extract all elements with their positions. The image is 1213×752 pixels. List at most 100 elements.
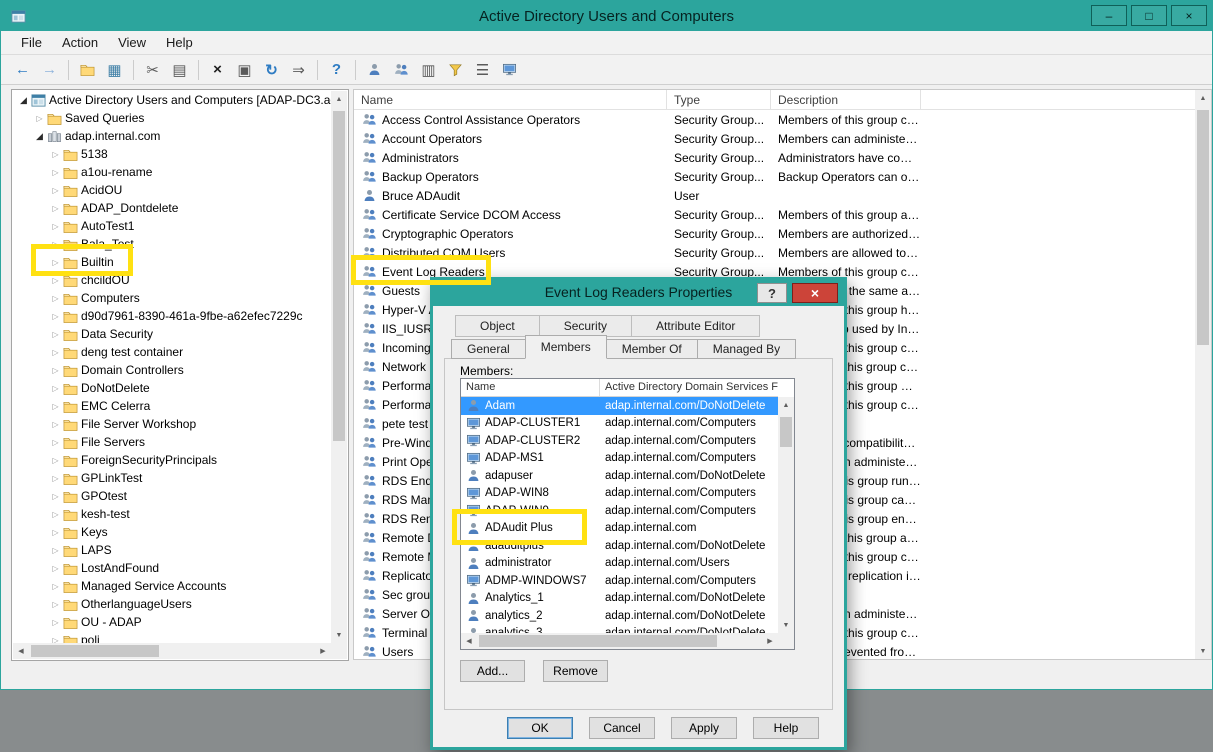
- column-header-description[interactable]: Description: [771, 90, 921, 109]
- scroll-left-icon[interactable]: ◀: [13, 643, 29, 659]
- tree-collapsed-arrow-icon[interactable]: ▷: [49, 294, 62, 303]
- tree-item-donotdelete[interactable]: ▷DoNotDelete: [13, 379, 331, 397]
- list-row-bruce-adaudit[interactable]: Bruce ADAuditUser: [354, 186, 1195, 205]
- tree-collapsed-arrow-icon[interactable]: ▷: [49, 366, 62, 375]
- members-hscroll-thumb[interactable]: [479, 635, 717, 647]
- members-horizontal-scrollbar[interactable]: ◀ ▶: [461, 633, 778, 649]
- column-header-type[interactable]: Type: [667, 90, 771, 109]
- tree-collapsed-arrow-icon[interactable]: ▷: [49, 312, 62, 321]
- list-vertical-scrollbar[interactable]: ▲ ▼: [1195, 90, 1211, 659]
- tree-item-managed-service-accounts[interactable]: ▷Managed Service Accounts: [13, 577, 331, 595]
- scroll-up-icon[interactable]: ▲: [778, 397, 794, 413]
- export-list-icon[interactable]: ⇒: [286, 58, 311, 82]
- scroll-right-icon[interactable]: ▶: [315, 643, 331, 659]
- tree-item-autotest1[interactable]: ▷AutoTest1: [13, 217, 331, 235]
- scroll-left-icon[interactable]: ◀: [461, 633, 477, 649]
- tree-expanded-arrow-icon[interactable]: ◢: [17, 95, 30, 106]
- tree-item-emc-celerra[interactable]: ▷EMC Celerra: [13, 397, 331, 415]
- create-user-icon[interactable]: [362, 58, 387, 82]
- tree-collapsed-arrow-icon[interactable]: ▷: [49, 258, 62, 267]
- tree-collapsed-arrow-icon[interactable]: ▷: [49, 348, 62, 357]
- scroll-down-icon[interactable]: ▼: [331, 627, 347, 643]
- scroll-down-icon[interactable]: ▼: [1195, 643, 1211, 659]
- apply-button[interactable]: Apply: [671, 717, 737, 739]
- dialog-titlebar[interactable]: Event Log Readers Properties ? ×: [433, 280, 844, 306]
- maximize-button[interactable]: □: [1131, 5, 1167, 26]
- tree-item-file-server-workshop[interactable]: ▷File Server Workshop: [13, 415, 331, 433]
- tree-collapsed-arrow-icon[interactable]: ▷: [49, 240, 62, 249]
- member-row-adaudit-plus[interactable]: ADAudit Plusadap.internal.com: [461, 520, 778, 538]
- tree-item-acidou[interactable]: ▷AcidOU: [13, 181, 331, 199]
- tree-collapsed-arrow-icon[interactable]: ▷: [49, 204, 62, 213]
- tree-collapsed-arrow-icon[interactable]: ▷: [49, 330, 62, 339]
- tree-item-bala-test[interactable]: ▷Bala_Test: [13, 235, 331, 253]
- ok-button[interactable]: OK: [507, 717, 573, 739]
- members-column-folder[interactable]: Active Directory Domain Services Fold: [600, 379, 778, 396]
- member-row-adapuser[interactable]: adapuseradap.internal.com/DoNotDelete: [461, 467, 778, 485]
- member-row-adap-cluster1[interactable]: ADAP-CLUSTER1adap.internal.com/Computers: [461, 415, 778, 433]
- forward-icon[interactable]: →: [37, 58, 62, 82]
- member-row-admp-windows7[interactable]: ADMP-WINDOWS7adap.internal.com/Computers: [461, 572, 778, 590]
- tree-collapsed-arrow-icon[interactable]: ▷: [49, 546, 62, 555]
- tree-collapsed-arrow-icon[interactable]: ▷: [49, 636, 62, 644]
- delete-icon[interactable]: ×: [205, 58, 230, 82]
- tree-collapsed-arrow-icon[interactable]: ▷: [49, 276, 62, 285]
- column-header-name[interactable]: Name: [354, 90, 667, 109]
- help-icon[interactable]: ?: [324, 58, 349, 82]
- tab-members[interactable]: Members: [525, 335, 607, 359]
- member-row-administrator[interactable]: administratoradap.internal.com/Users: [461, 555, 778, 573]
- tree-item-file-servers[interactable]: ▷File Servers: [13, 433, 331, 451]
- list-row-administrators[interactable]: AdministratorsSecurity Group...Administr…: [354, 148, 1195, 167]
- add-to-group-icon[interactable]: ▥: [416, 58, 441, 82]
- member-row-analytics-2[interactable]: analytics_2adap.internal.com/DoNotDelete: [461, 607, 778, 625]
- tree-collapsed-arrow-icon[interactable]: ▷: [49, 600, 62, 609]
- tree-item-5138[interactable]: ▷5138: [13, 145, 331, 163]
- list-row-access-control-assistance-oper[interactable]: Access Control Assistance OperatorsSecur…: [354, 110, 1195, 129]
- tree-item-adap-dontdelete[interactable]: ▷ADAP_Dontdelete: [13, 199, 331, 217]
- tree-collapsed-arrow-icon[interactable]: ▷: [49, 528, 62, 537]
- tree-item-data-security[interactable]: ▷Data Security: [13, 325, 331, 343]
- tree-collapsed-arrow-icon[interactable]: ▷: [49, 582, 62, 591]
- tab-general[interactable]: General: [451, 339, 526, 359]
- member-row-adam[interactable]: Adamadap.internal.com/DoNotDelete: [461, 397, 778, 415]
- tree-collapsed-arrow-icon[interactable]: ▷: [49, 186, 62, 195]
- tree-collapsed-arrow-icon[interactable]: ▷: [49, 492, 62, 501]
- show-console-tree-icon[interactable]: ▦: [102, 58, 127, 82]
- tree-item-gpotest[interactable]: ▷GPOtest: [13, 487, 331, 505]
- tree-item-lostandfound[interactable]: ▷LostAndFound: [13, 559, 331, 577]
- create-group-icon[interactable]: [389, 58, 414, 82]
- tree-item-gplinktest[interactable]: ▷GPLinkTest: [13, 469, 331, 487]
- scroll-up-icon[interactable]: ▲: [331, 91, 347, 107]
- tree-collapsed-arrow-icon[interactable]: ▷: [49, 564, 62, 573]
- dialog-help-icon[interactable]: ?: [757, 283, 787, 303]
- cut-icon[interactable]: ✂: [140, 58, 165, 82]
- tab-member-of[interactable]: Member Of: [606, 339, 698, 359]
- tree-collapsed-arrow-icon[interactable]: ▷: [49, 510, 62, 519]
- tree-collapsed-arrow-icon[interactable]: ▷: [49, 438, 62, 447]
- paste-icon[interactable]: ▤: [167, 58, 192, 82]
- tree-collapsed-arrow-icon[interactable]: ▷: [49, 222, 62, 231]
- list-row-distributed-com-users[interactable]: Distributed COM UsersSecurity Group...Me…: [354, 243, 1195, 262]
- menu-view[interactable]: View: [108, 31, 156, 54]
- managed-computer-icon[interactable]: [497, 58, 522, 82]
- list-vscroll-thumb[interactable]: [1197, 110, 1209, 345]
- tree-item-saved-queries[interactable]: ▷Saved Queries: [13, 109, 331, 127]
- member-row-analytics-3[interactable]: analytics_3adap.internal.com/DoNotDelete: [461, 625, 778, 634]
- tree-collapsed-arrow-icon[interactable]: ▷: [49, 168, 62, 177]
- scroll-up-icon[interactable]: ▲: [1195, 90, 1211, 106]
- tree-collapsed-arrow-icon[interactable]: ▷: [49, 150, 62, 159]
- tab-security[interactable]: Security: [539, 315, 632, 337]
- member-row-adap-win8[interactable]: ADAP-WIN8adap.internal.com/Computers: [461, 485, 778, 503]
- refresh-icon[interactable]: ↻: [259, 58, 284, 82]
- tree-collapsed-arrow-icon[interactable]: ▷: [49, 456, 62, 465]
- tree-item-computers[interactable]: ▷Computers: [13, 289, 331, 307]
- tab-object[interactable]: Object: [455, 315, 540, 337]
- view-options-icon[interactable]: ☰: [470, 58, 495, 82]
- tree-hscroll-thumb[interactable]: [31, 645, 159, 657]
- tree-item-adap-internal-com[interactable]: ◢adap.internal.com: [13, 127, 331, 145]
- menu-help[interactable]: Help: [156, 31, 203, 54]
- tree-item-active-directory-users-and-com[interactable]: ◢Active Directory Users and Computers [A…: [13, 91, 331, 109]
- member-row-adap-win9[interactable]: ADAP-WIN9adap.internal.com/Computers: [461, 502, 778, 520]
- tree-item-deng-test-container[interactable]: ▷deng test container: [13, 343, 331, 361]
- tree-expanded-arrow-icon[interactable]: ◢: [33, 131, 46, 142]
